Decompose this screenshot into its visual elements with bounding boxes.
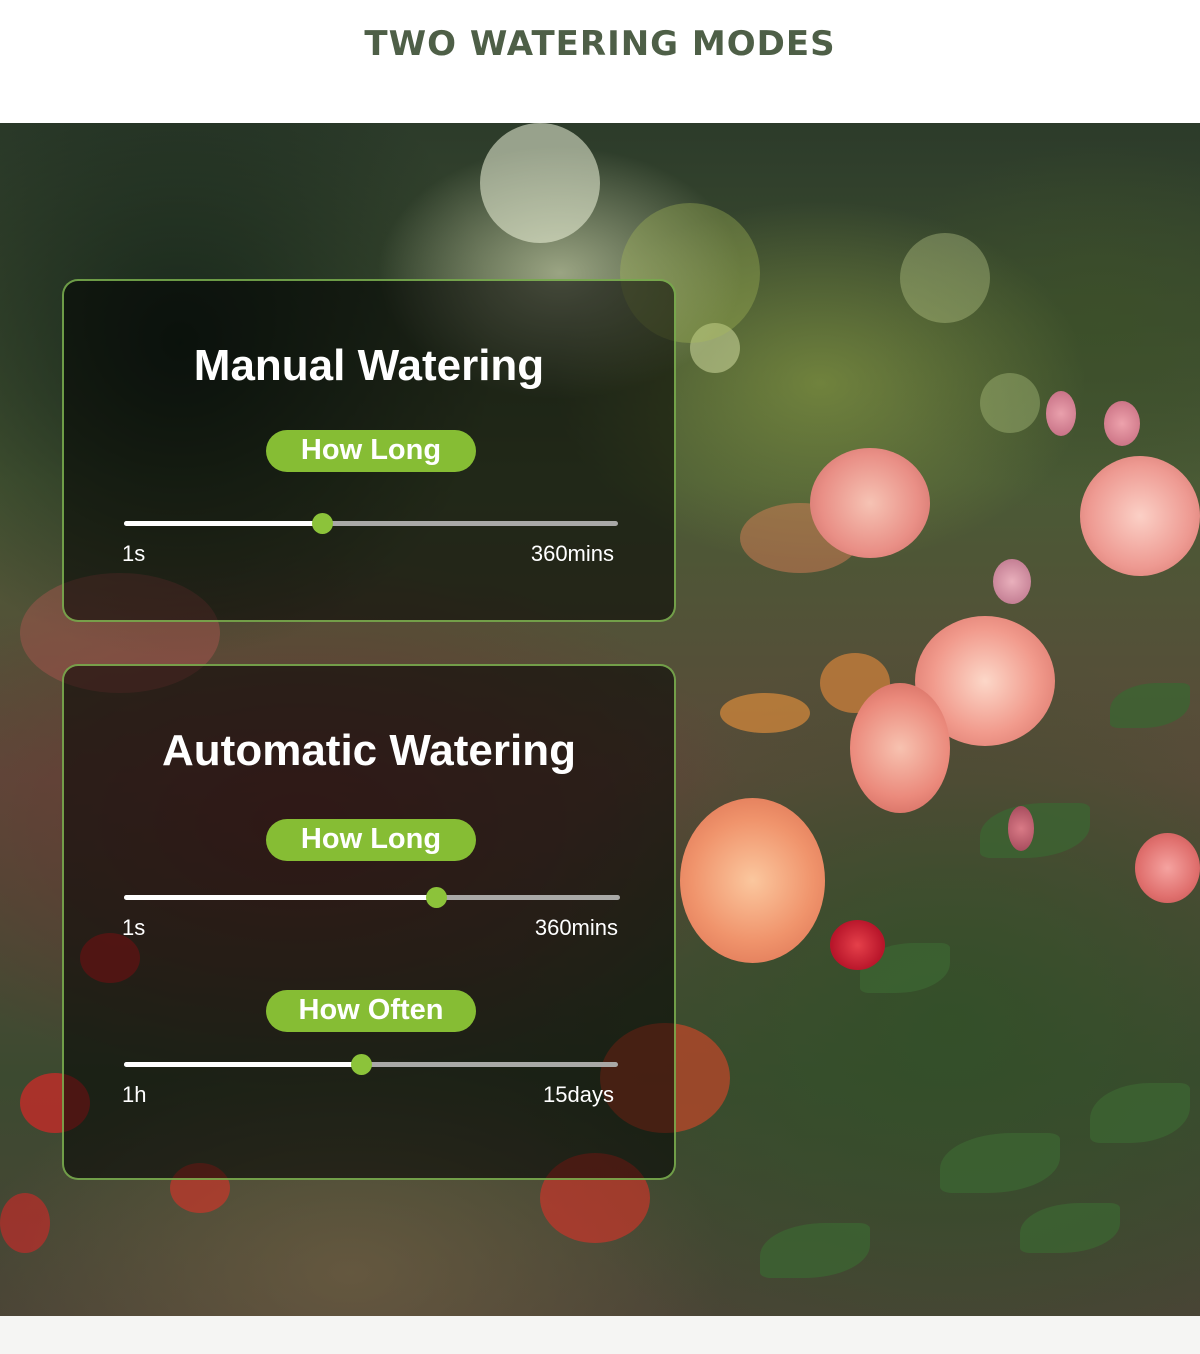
- how-long-slider[interactable]: [124, 513, 618, 534]
- slider-fill: [124, 521, 322, 526]
- slider-fill: [124, 895, 437, 900]
- slider-min-label: 1s: [122, 915, 146, 940]
- rose-icon: [830, 920, 885, 970]
- how-long-slider[interactable]: [124, 887, 620, 908]
- rose-icon: [680, 798, 825, 963]
- how-often-badge: How Often: [266, 990, 476, 1032]
- slider-max-label: 360mins: [534, 915, 618, 940]
- slider-fill: [124, 1062, 362, 1067]
- slider-max-label: 360mins: [530, 541, 614, 566]
- slider-knob[interactable]: [311, 513, 333, 534]
- page-title: TWO WATERING MODES: [364, 24, 836, 64]
- how-long-badge: How Long: [266, 430, 476, 472]
- rose-icon: [810, 448, 930, 558]
- manual-watering-card: Manual Watering How Long 1s 360mins: [62, 279, 676, 622]
- slider-knob[interactable]: [426, 887, 448, 908]
- rose-icon: [1135, 833, 1200, 903]
- rose-icon: [1080, 456, 1200, 576]
- how-often-slider[interactable]: [124, 1054, 618, 1075]
- manual-watering-title: Manual Watering: [193, 341, 545, 390]
- rose-icon: [993, 559, 1031, 604]
- bottom-band: [0, 1316, 1200, 1354]
- slider-min-label: 1s: [122, 541, 146, 566]
- automatic-watering-card: Automatic Watering How Long 1s 360mins H…: [62, 664, 676, 1180]
- rose-icon: [1046, 391, 1076, 436]
- rose-icon: [1104, 401, 1140, 446]
- how-long-badge: How Long: [266, 819, 476, 861]
- slider-max-label: 15days: [543, 1082, 614, 1107]
- rose-icon: [1008, 806, 1034, 851]
- rose-icon: [850, 683, 950, 813]
- slider-min-label: 1h: [122, 1082, 147, 1107]
- automatic-watering-title: Automatic Watering: [162, 726, 576, 775]
- slider-knob[interactable]: [351, 1054, 373, 1075]
